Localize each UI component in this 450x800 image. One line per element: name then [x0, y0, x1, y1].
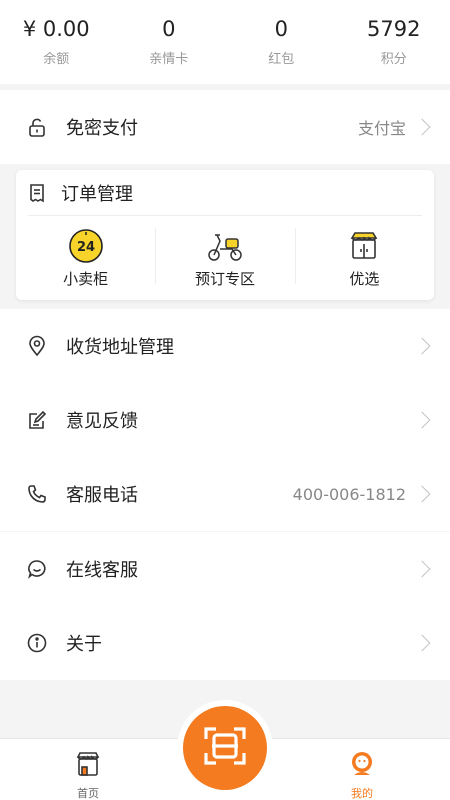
scan-icon	[200, 721, 250, 775]
stat-value: 5792	[367, 17, 421, 41]
svg-text:24: 24	[77, 240, 95, 255]
stat-value: 0	[162, 17, 176, 41]
stat-red-packet[interactable]: 0 红包	[225, 0, 338, 84]
stat-points[interactable]: 5792 积分	[338, 0, 450, 84]
order-management-card: 订单管理 24 小卖柜 预订专区 优选	[16, 170, 434, 300]
order-item-label: 预订专区	[194, 269, 255, 288]
chevron-right-icon	[413, 560, 431, 578]
order-categories: 24 小卖柜 预订专区 优选	[16, 216, 434, 300]
menu-label: 客服电话	[66, 485, 138, 506]
account-stats: ¥ 0.00 余额 0 亲情卡 0 红包 5792 积分	[0, 0, 450, 84]
menu-label: 收货地址管理	[66, 337, 174, 358]
menu-value: 400-006-1812	[292, 484, 406, 504]
menu-feedback[interactable]: 意见反馈	[0, 383, 450, 457]
scan-button[interactable]	[183, 706, 267, 790]
stat-value: 0	[274, 17, 288, 41]
tab-label: 我的	[351, 787, 373, 800]
menu-address-management[interactable]: 收货地址管理	[0, 309, 450, 383]
order-management-title: 订单管理	[61, 183, 133, 205]
menu-password-free-pay[interactable]: 免密支付 支付宝	[0, 90, 450, 164]
stat-family-card[interactable]: 0 亲情卡	[113, 0, 226, 84]
order-item-label: 小卖柜	[63, 269, 109, 288]
stat-value: ¥ 0.00	[22, 17, 90, 41]
menu-label: 免密支付	[66, 118, 138, 139]
tab-home[interactable]: 首页	[58, 749, 118, 800]
stat-label: 积分	[380, 52, 407, 67]
info-icon	[25, 631, 49, 655]
storefront-icon	[73, 749, 103, 783]
menu-about[interactable]: 关于	[0, 606, 450, 680]
order-management-header[interactable]: 订单管理	[28, 170, 422, 216]
order-item-label: 优选	[349, 269, 380, 288]
receipt-icon	[25, 181, 49, 205]
unlock-icon	[25, 115, 49, 139]
chevron-right-icon	[413, 411, 431, 429]
shop-icon	[345, 228, 383, 264]
chevron-right-icon	[413, 337, 431, 355]
menu-online-service[interactable]: 在线客服	[0, 532, 450, 606]
phone-icon	[25, 482, 49, 506]
stat-label: 余额	[43, 52, 70, 67]
stat-label: 亲情卡	[149, 52, 189, 67]
scooter-icon	[206, 228, 244, 264]
menu-label: 关于	[66, 634, 102, 655]
user-face-icon	[347, 749, 377, 783]
stat-balance[interactable]: ¥ 0.00 余额	[0, 0, 113, 84]
order-item-selection[interactable]: 优选	[294, 216, 434, 300]
tab-label: 首页	[77, 787, 99, 800]
menu-label: 意见反馈	[66, 411, 138, 432]
chevron-right-icon	[413, 118, 431, 136]
menu-value: 支付宝	[357, 119, 406, 138]
chevron-right-icon	[413, 485, 431, 503]
order-item-vending[interactable]: 24 小卖柜	[16, 216, 155, 300]
order-item-reservation[interactable]: 预订专区	[155, 216, 294, 300]
location-pin-icon	[25, 334, 49, 358]
menu-label: 在线客服	[66, 560, 138, 581]
tab-mine[interactable]: 我的	[332, 749, 392, 800]
feedback-edit-icon	[25, 408, 49, 432]
stat-label: 红包	[268, 52, 295, 67]
chevron-right-icon	[413, 634, 431, 652]
chat-bubble-icon	[25, 557, 49, 581]
clock-24-icon: 24	[67, 228, 105, 264]
menu-customer-phone[interactable]: 客服电话 400-006-1812	[0, 457, 450, 531]
